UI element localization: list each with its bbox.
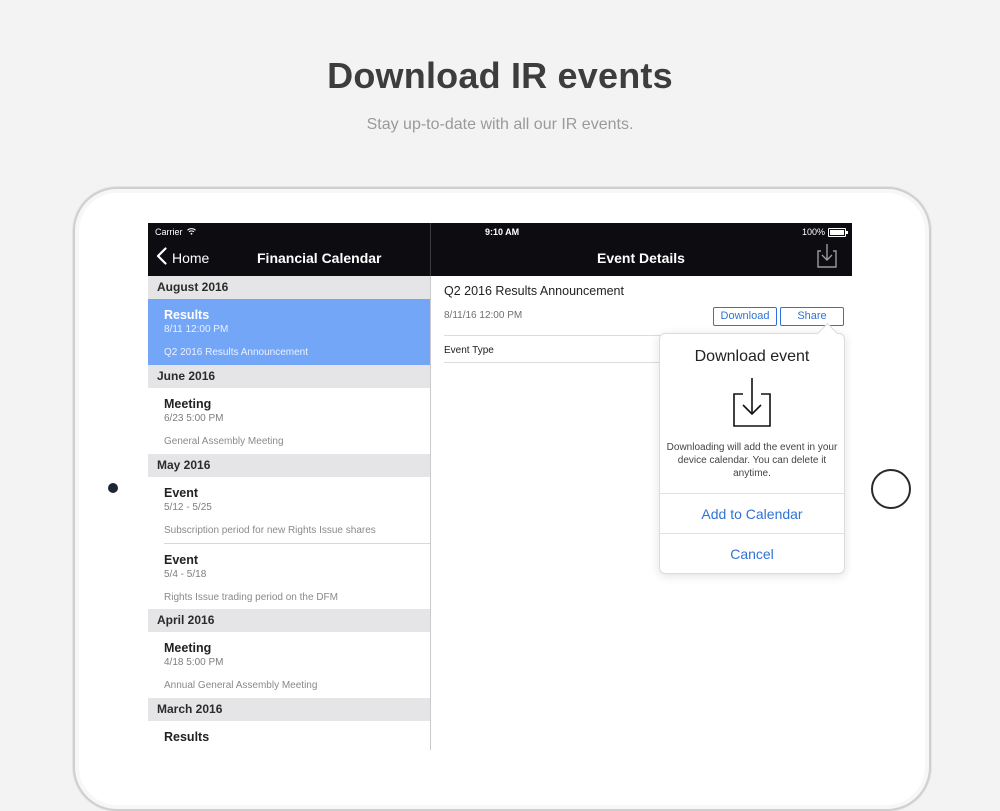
list-item-date: 8/11 12:00 PM [164,324,229,335]
status-carrier: Carrier [155,227,196,237]
list-item-date: 4/18 5:00 PM [164,657,224,668]
list-item-title: Meeting [164,397,212,411]
list-item-title: Event [164,486,199,500]
carrier-label: Carrier [155,227,183,237]
financial-calendar-title: Financial Calendar [257,250,382,266]
download-popover: Download event Downloading will add the … [659,322,845,574]
battery-icon [828,227,848,237]
cancel-button[interactable]: Cancel [660,535,844,573]
status-time: 9:10 AM [485,227,520,237]
list-item[interactable]: Event 5/12 - 5/25 Subscription period fo… [148,477,430,543]
list-item-description: Rights Issue trading period on the DFM [164,592,338,603]
list-item-description: General Assembly Meeting [164,436,284,447]
popover-separator [660,533,844,534]
back-label: Home [172,249,210,266]
status-battery: 100% [801,227,848,237]
wifi-icon [187,227,196,237]
list-item-description: Q2 2016 Results Announcement [164,347,308,358]
back-button[interactable]: Home [156,247,209,268]
add-to-calendar-button[interactable]: Add to Calendar [660,495,844,533]
list-item[interactable]: Meeting 6/23 5:00 PM General Assembly Me… [148,388,430,454]
list-item-date: 6/23 5:00 PM [164,413,224,424]
promo-subtitle: Stay up-to-date with all our IR events. [366,116,634,133]
event-type-label: Event Type [444,345,494,356]
download-nav-icon[interactable] [816,243,838,269]
popover-title: Download event [694,348,810,365]
event-details-title: Event Details [597,250,685,266]
download-icon [732,376,772,428]
popover-description: Downloading will add the event in your d… [666,442,838,479]
section-header: March 2016 [148,698,430,721]
section-header: April 2016 [148,609,430,632]
share-button[interactable]: Share [780,307,844,326]
list-item-description: Subscription period for new Rights Issue… [164,525,376,536]
list-item[interactable]: Event 5/4 - 5/18 Rights Issue trading pe… [148,544,430,609]
list-item-title: Meeting [164,641,212,655]
list-item-title: Results [164,730,210,744]
list-item-description: Annual General Assembly Meeting [164,680,318,691]
promo-title: Download IR events [327,55,673,96]
list-item-title: Event [164,553,199,567]
popover-separator [660,493,844,494]
event-list: August 2016 Results 8/11 12:00 PM Q2 201… [148,276,430,750]
section-header: June 2016 [148,365,430,388]
home-button[interactable] [871,469,911,509]
camera-icon [108,483,118,493]
download-button[interactable]: Download [713,307,777,326]
list-item[interactable]: Results [148,721,430,750]
battery-percent: 100% [801,227,825,237]
event-title: Q2 2016 Results Announcement [444,284,624,298]
section-header: May 2016 [148,454,430,477]
list-item[interactable]: Meeting 4/18 5:00 PM Annual General Asse… [148,632,430,698]
device-screen: Carrier 9:10 AM 100% Home Financial Cale… [148,223,852,750]
list-item-date: 5/12 - 5/25 [164,502,212,513]
event-date: 8/11/16 12:00 PM [444,310,523,321]
navigation-bar: Carrier 9:10 AM 100% Home Financial Cale… [148,223,852,276]
section-header: August 2016 [148,276,430,299]
list-item[interactable]: Results 8/11 12:00 PM Q2 2016 Results An… [148,299,430,365]
chevron-left-icon [156,247,167,268]
list-item-date: 5/4 - 5/18 [164,569,207,580]
split-divider-content [430,276,431,750]
list-item-title: Results [164,308,210,322]
